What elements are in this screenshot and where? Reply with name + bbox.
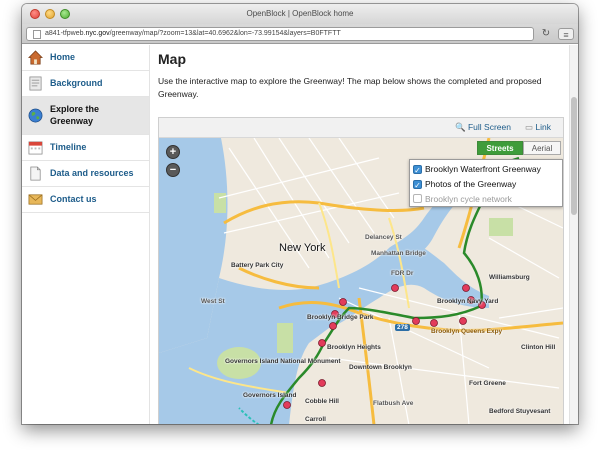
zoom-out-button[interactable]: − <box>166 163 180 177</box>
file-icon <box>30 166 41 181</box>
zoom-in-button[interactable]: + <box>166 145 180 159</box>
maptype-aerial-button[interactable]: Aerial <box>523 141 561 155</box>
map-label-new-york: New York <box>279 242 326 254</box>
calendar-icon <box>28 141 43 155</box>
map-toolbar: 🔍 Full Screen ▭ Link <box>159 118 563 138</box>
map-label-governors-island-nm: Governors Island National Monument <box>225 358 341 365</box>
reader-icon[interactable]: ≡ <box>558 28 574 40</box>
link-label: Link <box>535 122 551 132</box>
browser-window: OpenBlock | OpenBlock home a841-tfpweb.n… <box>22 4 578 424</box>
map-label-west-st: West St <box>201 298 225 305</box>
layer-photos[interactable]: ✓ Photos of the Greenway <box>413 177 516 191</box>
fullscreen-link[interactable]: 🔍 Full Screen <box>455 122 511 133</box>
sidebar-item-label: Timeline <box>50 142 87 152</box>
map-label-fort-greene: Fort Greene <box>469 380 506 387</box>
sidebar-item-label: Data and resources <box>50 168 134 178</box>
map-label-cobble-hill: Cobble Hill <box>305 398 339 405</box>
map-label-brooklyn-heights: Brooklyn Heights <box>327 344 381 351</box>
checkbox-checked-icon[interactable]: ✓ <box>413 165 422 175</box>
map-label-flatbush-ave: Flatbush Ave <box>373 400 414 407</box>
window-title: OpenBlock | OpenBlock home <box>246 9 354 18</box>
map-label-bedford-stuyvesant: Bedford Stuyvesant <box>489 408 551 415</box>
globe-icon <box>28 108 43 123</box>
layer-label: Brooklyn cycle network <box>425 194 512 204</box>
map-label-brooklyn-bridge-park: Brooklyn Bridge Park <box>307 314 374 321</box>
sidebar: Home Background Explore the Greenway Tim… <box>22 45 150 424</box>
layer-switcher: ✓ Brooklyn Waterfront Greenway ✓ Photos of… <box>409 159 563 207</box>
layer-greenway[interactable]: ✓ Brooklyn Waterfront Greenway <box>413 162 541 176</box>
title-bar: OpenBlock | OpenBlock home <box>22 4 578 24</box>
link-icon: ▭ <box>525 122 534 132</box>
highway-shield-278: 278 <box>395 324 410 331</box>
url-field[interactable]: a841-tfpweb.nyc.gov/greenway/map/?zoom=1… <box>26 27 534 41</box>
permalink-link[interactable]: ▭ Link <box>525 122 551 133</box>
map-label-downtown-brooklyn: Downtown Brooklyn <box>349 364 412 371</box>
maximize-window-icon[interactable] <box>60 9 70 19</box>
envelope-icon <box>28 194 43 205</box>
sidebar-item-background[interactable]: Background <box>22 71 149 97</box>
url-path: /greenway/map/?zoom=13&lat=40.6962&lon=-… <box>109 30 341 37</box>
house-icon <box>28 50 43 65</box>
maptype-streets-button[interactable]: Streets <box>477 141 523 155</box>
close-window-icon[interactable] <box>30 9 40 19</box>
sidebar-item-label: Home <box>50 52 76 62</box>
map-label-brooklyn-navy-yard: Brooklyn Navy Yard <box>437 298 499 305</box>
map-label-bqe: Brooklyn Queens Expy <box>431 328 503 335</box>
fullscreen-label: Full Screen <box>467 122 511 132</box>
map-label-fdr-dr: FDR Dr <box>391 270 414 277</box>
map-label-battery-park-city: Battery Park City <box>231 262 284 269</box>
map-label-williamsburg: Williamsburg <box>489 274 530 281</box>
map-widget: 🔍 Full Screen ▭ Link + − Streets Aerial … <box>158 117 564 424</box>
sidebar-item-contact[interactable]: Contact us <box>22 187 149 213</box>
document-icon <box>29 76 42 91</box>
sidebar-item-explore-greenway[interactable]: Explore the Greenway <box>22 97 149 135</box>
map-label-carroll: Carroll <box>305 416 326 423</box>
refresh-icon[interactable]: ↻ <box>538 27 554 41</box>
sidebar-item-label: Explore the Greenway <box>50 104 100 126</box>
page-title: Map <box>158 51 186 67</box>
layer-label: Brooklyn Waterfront Greenway <box>425 164 541 174</box>
page-icon <box>33 30 41 39</box>
map-label-clinton-hill: Clinton Hill <box>521 344 556 351</box>
page-content: Home Background Explore the Greenway Tim… <box>22 45 578 424</box>
intro-text: Use the interactive map to explore the G… <box>158 76 542 99</box>
sidebar-item-data-resources[interactable]: Data and resources <box>22 161 149 187</box>
magnifier-icon: 🔍 <box>455 122 466 132</box>
scrollbar-thumb[interactable] <box>571 97 577 215</box>
sidebar-item-label: Contact us <box>50 194 97 204</box>
sidebar-item-home[interactable]: Home <box>22 45 149 71</box>
map-canvas[interactable]: + − Streets Aerial ✓ Brooklyn Waterfront … <box>159 138 563 424</box>
url-domain: nyc.gov <box>85 30 110 37</box>
layer-cycle-network[interactable]: Brooklyn cycle network <box>413 192 512 206</box>
map-label-manhattan-bridge: Manhattan Bridge <box>371 250 426 257</box>
sidebar-item-label: Background <box>50 78 103 88</box>
map-label-governors-island: Governors Island <box>243 392 297 399</box>
address-bar: a841-tfpweb.nyc.gov/greenway/map/?zoom=1… <box>22 24 578 44</box>
minimize-window-icon[interactable] <box>45 9 55 19</box>
checkbox-checked-icon[interactable]: ✓ <box>413 180 422 190</box>
sidebar-item-timeline[interactable]: Timeline <box>22 135 149 161</box>
checkbox-unchecked-icon[interactable] <box>413 194 422 203</box>
map-label-delancey-st: Delancey St <box>365 234 402 241</box>
url-prefix: a841-tfpweb. <box>45 30 86 37</box>
layer-label: Photos of the Greenway <box>425 179 517 189</box>
page-scrollbar[interactable] <box>569 45 578 424</box>
